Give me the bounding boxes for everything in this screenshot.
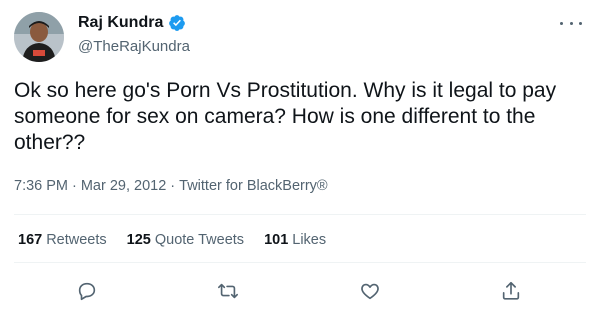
avatar[interactable] [14,12,64,62]
meta-separator: · [170,178,176,194]
retweet-icon[interactable] [215,278,241,304]
tweet-time[interactable]: 7:36 PM [14,178,68,194]
author-handle[interactable]: @TheRajKundra [78,38,190,55]
retweets-label: Retweets [46,232,107,248]
tweet-date[interactable]: Mar 29, 2012 [81,178,166,194]
verified-badge-icon [168,14,186,32]
tweet-actions-bar [0,278,600,306]
tweet-stats: 167 Retweets 125 Quote Tweets 101 Likes [18,232,326,248]
likes-label: Likes [292,232,327,248]
tweet-meta: 7:36 PM · Mar 29, 2012 · Twitter for Bla… [14,178,328,194]
author-name-row: Raj Kundra [78,14,186,32]
retweets-stat[interactable]: 167 Retweets [18,232,107,248]
tweet-client[interactable]: Twitter for BlackBerry® [179,178,327,194]
more-options-icon[interactable] [560,16,582,30]
retweets-count: 167 [18,232,43,248]
meta-separator: · [72,178,77,194]
reply-icon[interactable] [74,278,100,304]
heart-icon[interactable] [357,278,383,304]
author-display-name[interactable]: Raj Kundra [78,14,163,32]
avatar-image [14,12,64,62]
divider [14,214,586,215]
quote-tweets-stat[interactable]: 125 Quote Tweets [127,232,244,248]
share-icon[interactable] [498,278,524,304]
quote-tweets-label: Quote Tweets [154,232,245,248]
quote-tweets-count: 125 [126,232,151,248]
likes-stat[interactable]: 101 Likes [264,232,326,248]
likes-count: 101 [264,232,289,248]
tweet-text: Ok so here go's Porn Vs Prostitution. Wh… [14,79,557,154]
divider [14,262,586,263]
